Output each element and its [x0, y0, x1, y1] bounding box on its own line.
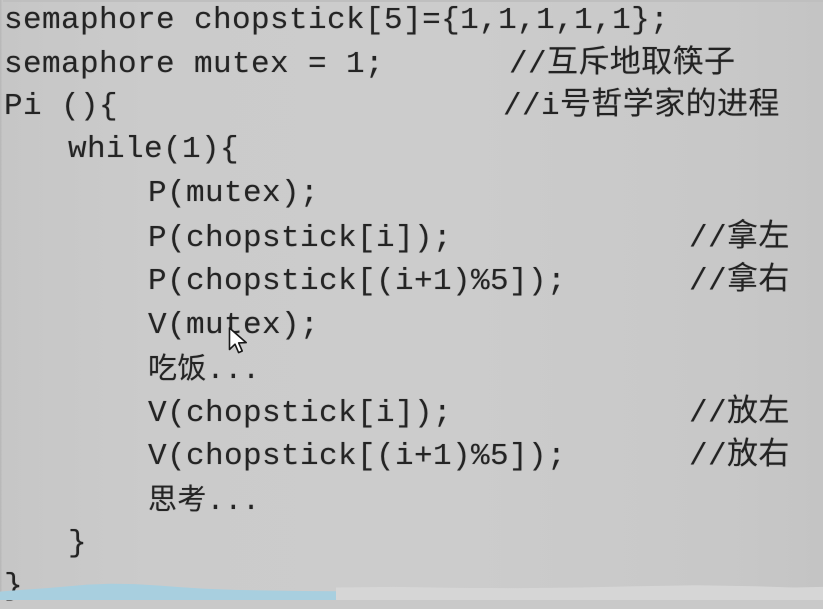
code-line-text: }: [68, 526, 88, 561]
code-line: Pi (){ //i号哲学家的进程: [0, 84, 823, 129]
code-line-text: semaphore chopstick[5]={1,1,1,1,1};: [4, 3, 670, 38]
slide-surface: semaphore chopstick[5]={1,1,1,1,1}; semap…: [0, 0, 823, 604]
code-line: V(chopstick[i]); //放左: [0, 391, 823, 436]
code-line: P(chopstick[(i+1)%5]); //拿右: [0, 259, 823, 304]
code-line-comment: //放右: [689, 439, 790, 474]
code-line-text: 吃饭...: [148, 354, 261, 387]
code-line: 思考...: [0, 479, 823, 524]
code-listing: semaphore chopstick[5]={1,1,1,1,1}; semap…: [0, 0, 823, 604]
code-line-comment: //放左: [689, 396, 790, 431]
code-line: }: [0, 521, 823, 566]
code-line: semaphore mutex = 1; //互斥地取筷子: [0, 42, 823, 87]
code-line: P(mutex);: [0, 171, 823, 216]
code-line-comment: //i号哲学家的进程: [503, 89, 780, 124]
code-line: }: [0, 564, 823, 609]
code-line: V(mutex);: [0, 303, 823, 348]
code-line-text: P(chopstick[(i+1)%5]);: [148, 264, 567, 299]
code-line-text: P(mutex);: [148, 176, 320, 211]
code-line-comment: //拿左: [689, 221, 790, 256]
code-line-text: semaphore mutex = 1;: [4, 47, 385, 82]
code-line: while(1){: [0, 127, 823, 172]
code-line-text: V(mutex);: [148, 308, 320, 343]
code-line-comment: //拿右: [689, 264, 790, 299]
code-line-text: V(chopstick[i]);: [148, 396, 453, 431]
code-line: semaphore chopstick[5]={1,1,1,1,1};: [0, 0, 823, 43]
code-line-text: while(1){: [68, 132, 240, 167]
code-line-text: P(chopstick[i]);: [148, 221, 453, 256]
code-line: P(chopstick[i]); //拿左: [0, 216, 823, 261]
code-line: V(chopstick[(i+1)%5]); //放右: [0, 434, 823, 479]
code-line: 吃饭...: [0, 348, 823, 393]
code-line-text: 思考...: [148, 485, 261, 518]
code-line-text: Pi (){: [4, 89, 119, 124]
code-line-text: V(chopstick[(i+1)%5]);: [148, 439, 567, 474]
code-line-text: }: [4, 569, 24, 604]
code-line-comment: //互斥地取筷子: [509, 47, 736, 82]
